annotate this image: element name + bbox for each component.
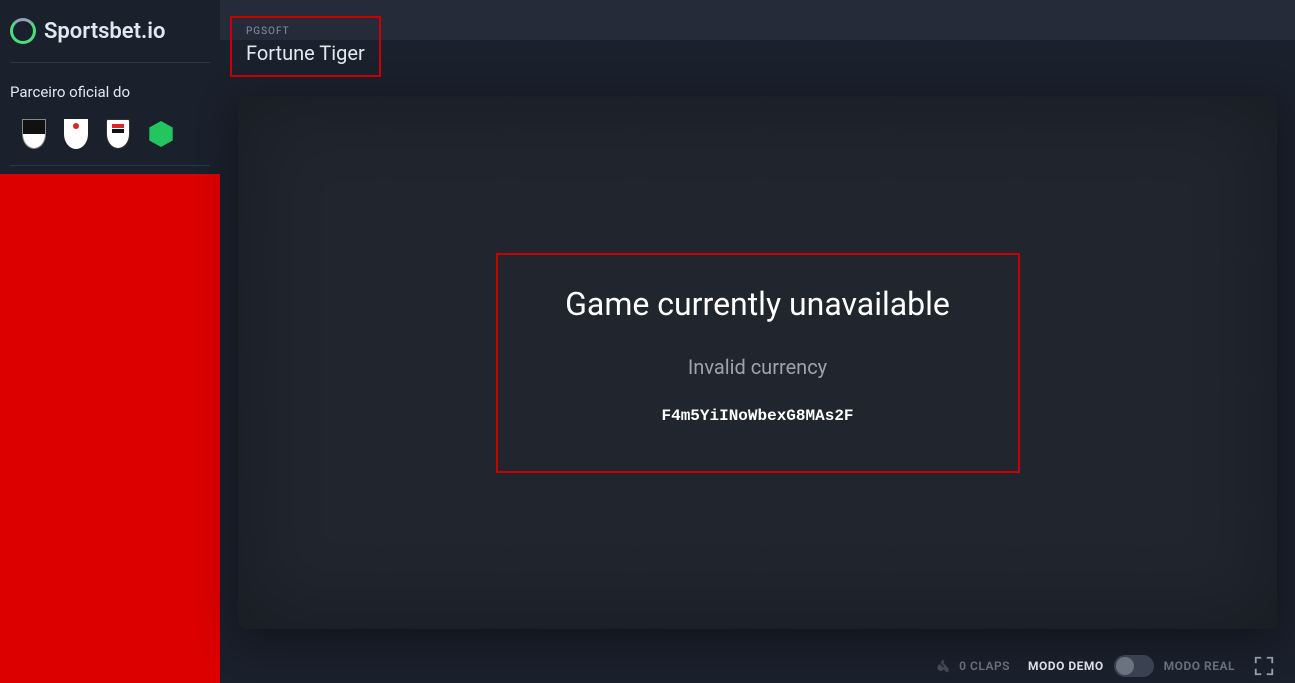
game-provider: PGSOFT <box>246 26 365 37</box>
mode-demo-label: MODO DEMO <box>1028 659 1104 673</box>
game-title: Fortune Tiger <box>246 41 365 65</box>
partner-logo-4[interactable] <box>148 121 174 147</box>
partner-logo-1[interactable] <box>22 119 46 149</box>
claps-label: 0 CLAPS <box>959 659 1010 673</box>
game-header: PGSOFT Fortune Tiger <box>220 0 1295 40</box>
error-panel: Game currently unavailable Invalid curre… <box>496 253 1020 473</box>
game-viewport: Game currently unavailable Invalid curre… <box>238 96 1277 629</box>
fullscreen-icon[interactable] <box>1253 655 1275 677</box>
mode-switcher: MODO DEMO MODO REAL <box>1028 655 1235 677</box>
divider <box>10 165 210 166</box>
claps-icon <box>935 658 951 674</box>
partner-title: Parceiro oficial do <box>10 83 210 101</box>
brand-logo[interactable]: Sportsbet.io <box>0 0 220 62</box>
error-code: F4m5YiINoWbexG8MAs2F <box>518 407 998 425</box>
mode-toggle[interactable] <box>1114 655 1154 677</box>
sidebar: Sportsbet.io Parceiro oficial do <box>0 0 220 683</box>
partner-logos <box>10 119 210 149</box>
error-title: Game currently unavailable <box>518 285 998 323</box>
sidebar-promo-area[interactable] <box>0 174 220 683</box>
partner-section: Parceiro oficial do <box>0 63 220 165</box>
error-message: Invalid currency <box>518 355 998 379</box>
partner-logo-2[interactable] <box>64 119 88 149</box>
claps-button[interactable]: 0 CLAPS <box>935 658 1010 674</box>
brand-logo-icon <box>10 18 36 44</box>
main-content: PGSOFT Fortune Tiger Game currently unav… <box>220 0 1295 683</box>
brand-logo-text: Sportsbet.io <box>44 19 165 44</box>
bottom-bar: 0 CLAPS MODO DEMO MODO REAL <box>220 649 1295 683</box>
game-info-box: PGSOFT Fortune Tiger <box>230 16 381 77</box>
partner-logo-3[interactable] <box>106 119 130 149</box>
mode-real-label: MODO REAL <box>1164 659 1235 673</box>
